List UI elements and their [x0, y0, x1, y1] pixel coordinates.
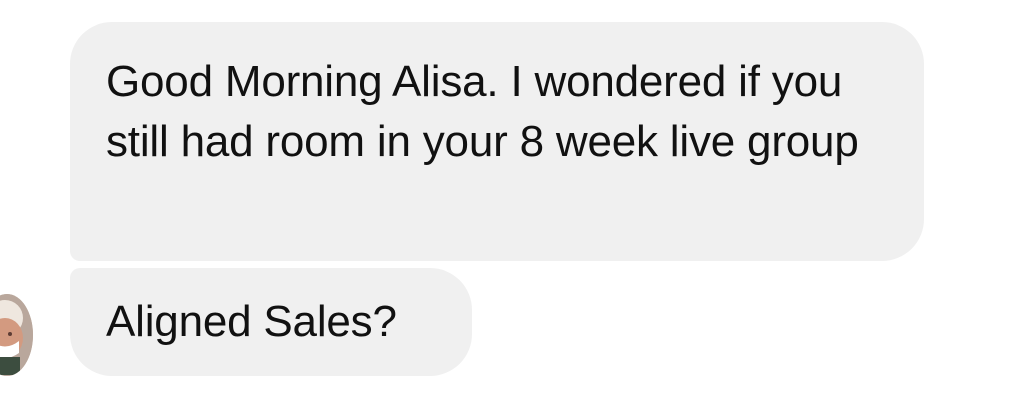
profile-photo-icon [0, 294, 33, 376]
message-text-2: Aligned Sales? [106, 297, 397, 346]
message-text-1: Good Morning Alisa. I wondered if you st… [106, 57, 859, 166]
sender-avatar[interactable] [0, 294, 33, 376]
message-thread: Good Morning Alisa. I wondered if you st… [0, 0, 1025, 417]
message-bubble-2[interactable]: Aligned Sales? [70, 268, 472, 376]
message-bubble-1[interactable]: Good Morning Alisa. I wondered if you st… [70, 22, 924, 261]
